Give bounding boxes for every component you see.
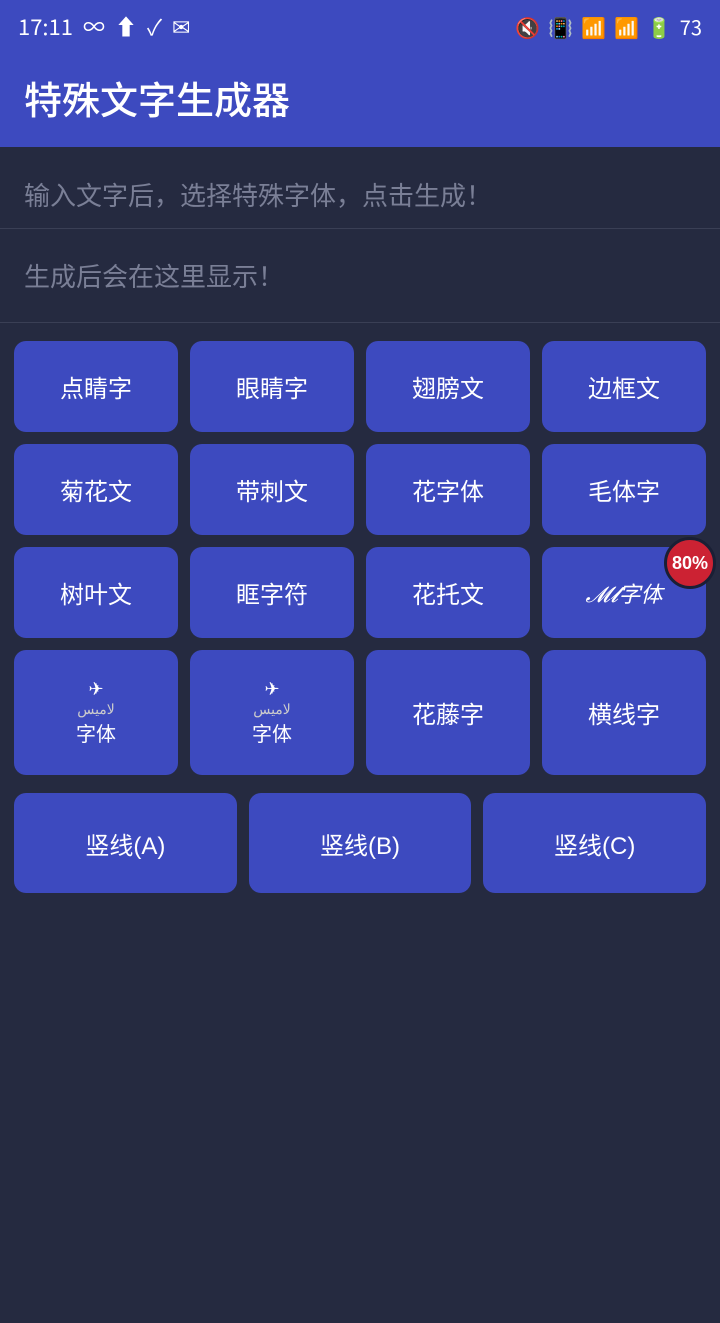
btn-hua-tuo[interactable]: 花托文: [366, 547, 530, 638]
btn-kuang-zi[interactable]: 眶字符: [190, 547, 354, 638]
plane-icon-2: ✈︎ﻻﻣﻴﺲ字体: [252, 678, 292, 747]
battery-icon: 🔋: [647, 12, 672, 41]
buttons-row-bottom: 竖线(A) 竖线(B) 竖线(C): [0, 793, 720, 911]
vibrate-icon: 📳: [548, 12, 573, 41]
upload-icon: ⬆: [115, 10, 137, 42]
wifi-icon: 📶: [581, 12, 606, 41]
output-section: 生成后会在这里显示！: [0, 229, 720, 323]
btn-mao-ti[interactable]: 毛体字: [542, 444, 706, 535]
btn-dai-ci[interactable]: 带刺文: [190, 444, 354, 535]
btn-dian-jing[interactable]: 点睛字: [14, 341, 178, 432]
btn-bian-kuang[interactable]: 边框文: [542, 341, 706, 432]
btn-shu-ye[interactable]: 树叶文: [14, 547, 178, 638]
btn-chi-bang[interactable]: 翅膀文: [366, 341, 530, 432]
btn-ju-hua[interactable]: 菊花文: [14, 444, 178, 535]
btn-shu-xian-b[interactable]: 竖线(B): [249, 793, 472, 893]
output-placeholder: 生成后会在这里显示！: [24, 257, 696, 294]
btn-heng-xian[interactable]: 横线字: [542, 650, 706, 775]
script-label: 𝓜𝓵字体: [585, 577, 662, 609]
battery-level: 73: [680, 12, 702, 41]
status-right: 🔇 📳 📶 📶 🔋 73: [515, 12, 702, 41]
buttons-row1: 点睛字 眼睛字 翅膀文 边框文 菊花文 带刺文 花字体 毛体字 树叶文 眶字符 …: [0, 323, 720, 793]
btn-shu-xian-a[interactable]: 竖线(A): [14, 793, 237, 893]
mute-icon: 🔇: [515, 12, 540, 41]
btn-hua-zi[interactable]: 花字体: [366, 444, 530, 535]
infinity-icon: ∞: [83, 10, 105, 42]
app-header: 特殊文字生成器: [0, 52, 720, 147]
btn-plane-zi-1[interactable]: ✈︎ﻻﻣﻴﺲ字体: [14, 650, 178, 775]
app-title: 特殊文字生成器: [24, 70, 696, 125]
btn-yan-jing[interactable]: 眼睛字: [190, 341, 354, 432]
input-section[interactable]: 输入文字后，选择特殊字体，点击生成！: [0, 147, 720, 229]
btn-plane-zi-2[interactable]: ✈︎ﻻﻣﻴﺲ字体: [190, 650, 354, 775]
mail-icon: ✉: [172, 10, 190, 42]
check-icon: ✓: [147, 10, 162, 42]
status-bar: 17:11 ∞ ⬆ ✓ ✉ 🔇 📳 📶 📶 🔋 73: [0, 0, 720, 52]
time: 17:11: [18, 10, 73, 42]
input-placeholder[interactable]: 输入文字后，选择特殊字体，点击生成！: [24, 175, 696, 214]
btn-shu-xian-c[interactable]: 竖线(C): [483, 793, 706, 893]
btn-script-zi[interactable]: 𝓜𝓵字体 80%: [542, 547, 706, 638]
status-left: 17:11 ∞ ⬆ ✓ ✉: [18, 10, 190, 42]
signal-icon: 📶: [614, 12, 639, 41]
btn-hua-teng[interactable]: 花藤字: [366, 650, 530, 775]
badge-80: 80%: [664, 537, 716, 589]
plane-icon-1: ✈︎ﻻﻣﻴﺲ字体: [76, 678, 116, 747]
main-content: 输入文字后，选择特殊字体，点击生成！ 生成后会在这里显示！ 点睛字 眼睛字 翅膀…: [0, 147, 720, 1323]
